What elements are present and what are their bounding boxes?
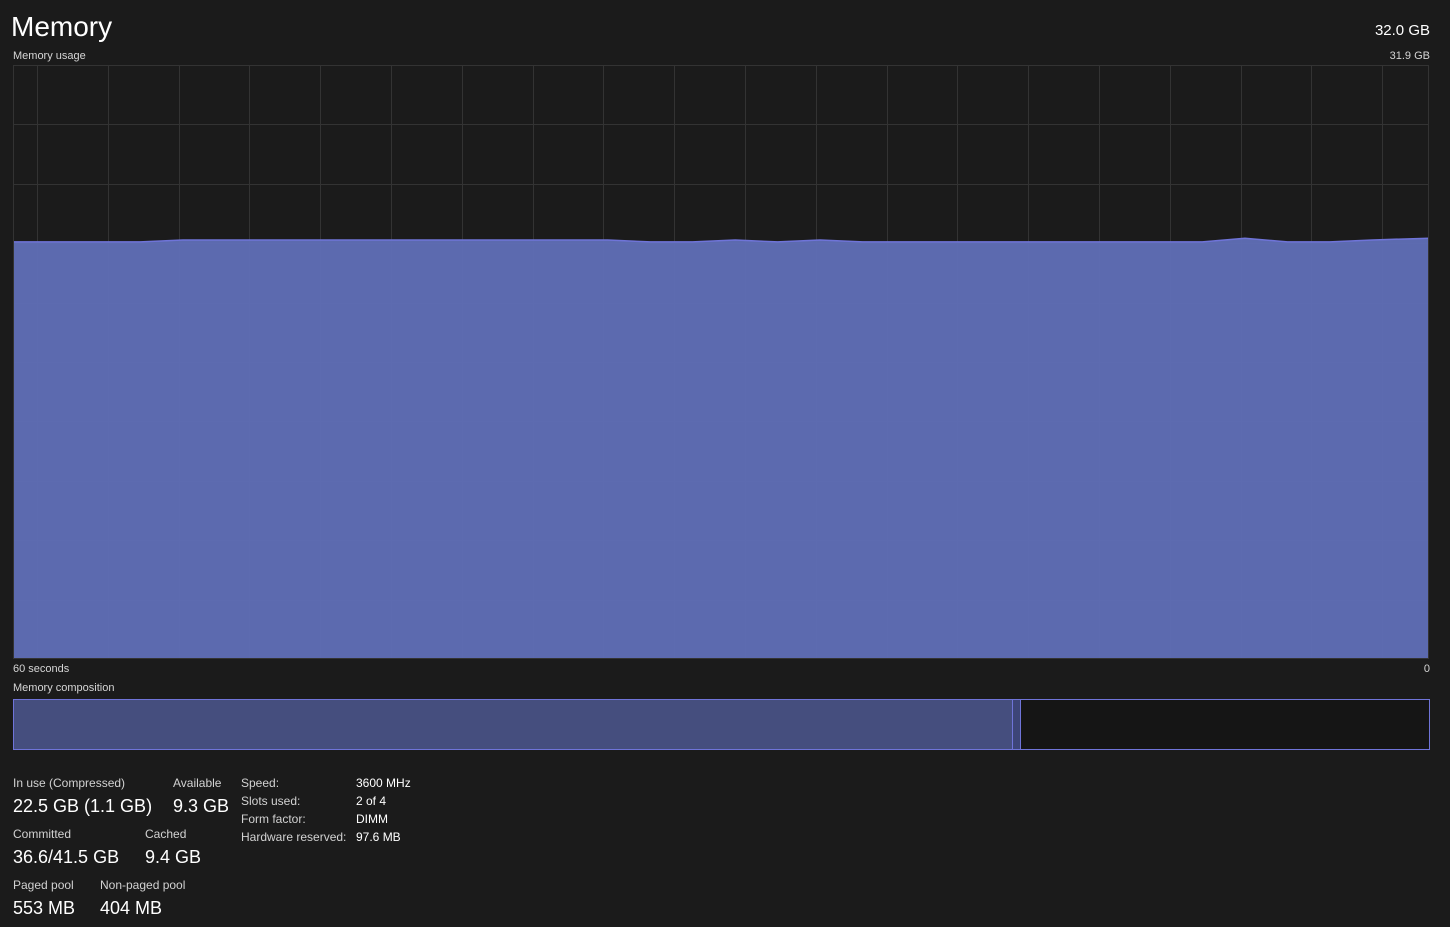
- slots-used-label: Slots used:: [241, 794, 301, 808]
- time-axis-start: 60 seconds: [13, 663, 70, 675]
- memory-usage-chart: [13, 65, 1429, 659]
- graph-label: Memory usage: [13, 50, 86, 62]
- time-axis-end: 0: [1423, 663, 1430, 675]
- committed-value: 36.6/41.5 GB: [13, 847, 120, 867]
- form-factor-label: Form factor:: [241, 812, 306, 826]
- memory-usage-area: [13, 238, 1429, 659]
- graph-max-label: 31.9 GB: [1389, 50, 1430, 62]
- cached-label: Cached: [145, 827, 187, 841]
- composition-label: Memory composition: [13, 682, 115, 694]
- speed-value: 3600 MHz: [356, 776, 411, 790]
- memory-performance-panel: Memory 32.0 GB Memory usage 31.9 GB 60 s…: [0, 0, 1450, 927]
- composition-in-use-segment[interactable]: [14, 700, 1013, 749]
- hardware-reserved-label: Hardware reserved:: [241, 830, 347, 844]
- paged-pool-label: Paged pool: [13, 878, 74, 892]
- memory-composition-bar[interactable]: [13, 699, 1430, 750]
- hardware-reserved-value: 97.6 MB: [356, 830, 401, 844]
- cached-value: 9.4 GB: [145, 847, 202, 867]
- paged-pool-value: 553 MB: [13, 898, 76, 918]
- speed-label: Speed:: [241, 776, 280, 790]
- form-factor-value: DIMM: [356, 812, 388, 826]
- memory-usage-graph: [13, 65, 1429, 659]
- total-memory: 32.0 GB: [1374, 22, 1430, 39]
- available-value: 9.3 GB: [173, 796, 230, 816]
- in-use-value: 22.5 GB (1.1 GB): [13, 796, 153, 816]
- non-paged-pool-label: Non-paged pool: [100, 878, 186, 892]
- in-use-label: In use (Compressed): [13, 776, 126, 790]
- page-title: Memory: [11, 11, 113, 42]
- non-paged-pool-value: 404 MB: [100, 898, 163, 918]
- available-label: Available: [173, 776, 222, 790]
- slots-used-value: 2 of 4: [356, 794, 387, 808]
- committed-label: Committed: [13, 827, 72, 841]
- composition-modified-segment[interactable]: [1013, 700, 1021, 749]
